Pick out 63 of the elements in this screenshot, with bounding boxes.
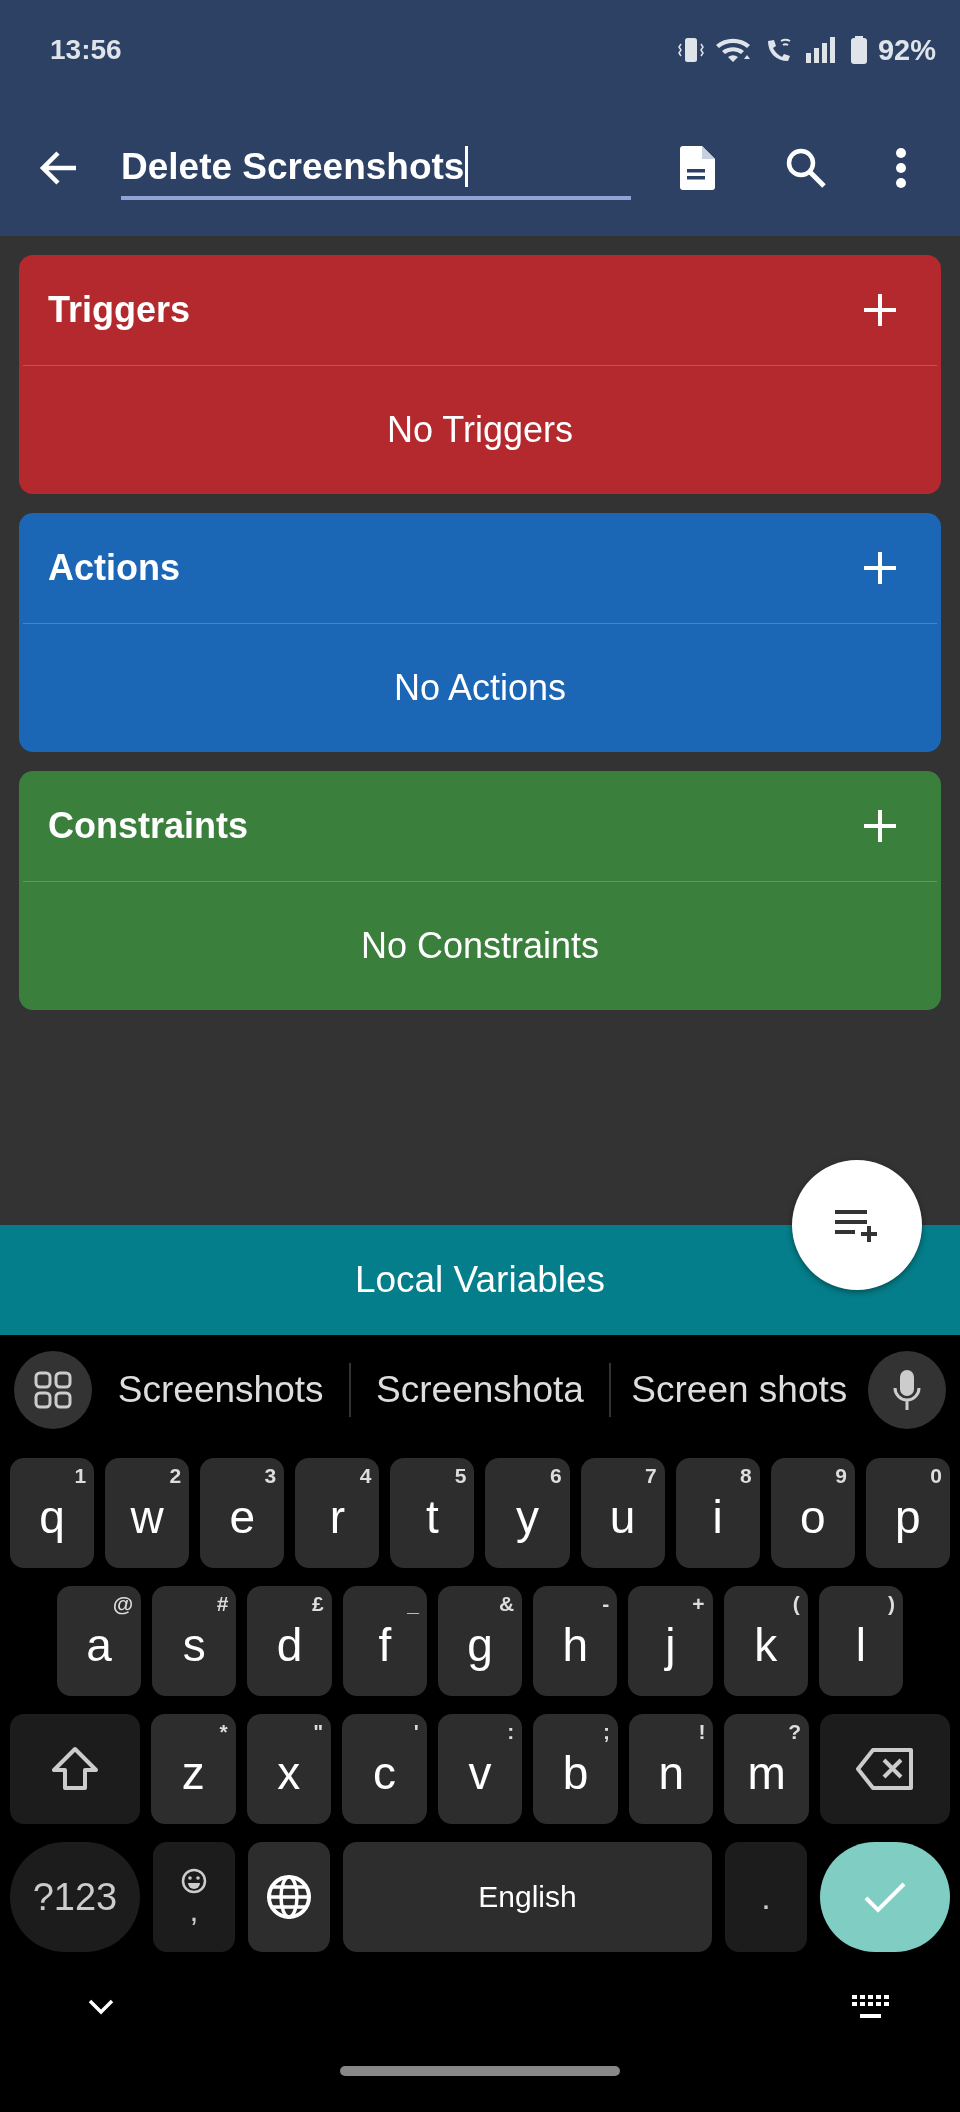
keyboard-key[interactable]: k ( — [723, 1586, 808, 1696]
language-key[interactable] — [248, 1842, 330, 1952]
add-icon[interactable] — [863, 809, 897, 843]
keyboard-key[interactable]: w 2 — [105, 1458, 190, 1568]
vibrate-icon — [677, 35, 704, 65]
section-title: Triggers — [48, 289, 191, 331]
word-suggestion[interactable]: Screen shots — [610, 1369, 868, 1411]
keyboard-key[interactable]: q 1 — [10, 1458, 95, 1568]
search-icon[interactable] — [785, 147, 827, 189]
hide-keyboard-icon[interactable] — [88, 1999, 114, 2015]
microphone-icon — [892, 1368, 922, 1412]
status-time: 13:56 — [50, 34, 122, 66]
section-title: Constraints — [48, 805, 249, 847]
keyboard-key[interactable]: e 3 — [200, 1458, 285, 1568]
more-options-icon[interactable] — [895, 148, 907, 188]
shift-arrow-icon — [50, 1745, 100, 1793]
keyboard-key[interactable]: v : — [437, 1714, 523, 1824]
add-icon[interactable] — [863, 551, 897, 585]
keyboard-key[interactable]: o 9 — [770, 1458, 855, 1568]
back-arrow-icon[interactable] — [38, 150, 78, 186]
keyboard-key[interactable]: n ! — [628, 1714, 714, 1824]
empty-message: No Constraints — [360, 925, 600, 967]
word-suggestion[interactable]: Screenshota — [351, 1369, 609, 1411]
keyboard-key[interactable]: c ' — [342, 1714, 427, 1824]
checkmark-icon — [863, 1880, 907, 1914]
keyboard-key[interactable]: i 8 — [675, 1458, 760, 1568]
comma-key[interactable]: , — [153, 1842, 235, 1952]
keyboard-key[interactable]: b ; — [533, 1714, 618, 1824]
backspace-key[interactable] — [820, 1714, 951, 1824]
keyboard-key[interactable]: y 6 — [485, 1458, 570, 1568]
shift-key[interactable] — [10, 1714, 140, 1824]
add-icon[interactable] — [863, 293, 897, 327]
emoji-icon — [181, 1868, 207, 1894]
keyboard-key[interactable]: h - — [533, 1586, 618, 1696]
battery-icon — [849, 35, 868, 65]
battery-percentage: 92% — [877, 33, 936, 67]
keyboard-key[interactable]: p 0 — [865, 1458, 950, 1568]
empty-message: No Actions — [393, 667, 567, 709]
keyboard-key[interactable]: z * — [151, 1714, 236, 1824]
keyboard-key[interactable]: d £ — [247, 1586, 332, 1696]
empty-message: No Triggers — [386, 409, 574, 451]
keyboard-key[interactable]: u 7 — [580, 1458, 665, 1568]
backspace-icon — [855, 1747, 916, 1791]
title-field[interactable]: Delete Screenshots — [121, 136, 631, 200]
keyboard-key[interactable]: f _ — [342, 1586, 427, 1696]
keyboard-key[interactable]: r 4 — [295, 1458, 380, 1568]
keyboard-key[interactable]: t 5 — [390, 1458, 475, 1568]
keyboard-key[interactable]: a @ — [57, 1586, 142, 1696]
keyboard-key[interactable]: s # — [152, 1586, 237, 1696]
keyboard-key[interactable]: x " — [246, 1714, 332, 1824]
keyboard-key[interactable]: g & — [437, 1586, 523, 1696]
space-key[interactable]: English — [343, 1842, 712, 1952]
keyboard-key[interactable]: j + — [628, 1586, 713, 1696]
local-variables-bar[interactable]: Local Variables — [0, 1225, 960, 1335]
keyboard-key[interactable]: m ? — [724, 1714, 810, 1824]
globe-icon — [266, 1874, 312, 1920]
section-title: Actions — [48, 547, 180, 589]
apps-grid-icon — [33, 1370, 73, 1410]
symbols-key[interactable]: ?123 — [10, 1842, 140, 1952]
period-key[interactable]: . — [725, 1842, 807, 1952]
keyboard-icon[interactable] — [852, 1995, 890, 2019]
keyboard-key[interactable]: l ) — [818, 1586, 903, 1696]
word-suggestion[interactable]: Screenshots — [92, 1369, 350, 1411]
